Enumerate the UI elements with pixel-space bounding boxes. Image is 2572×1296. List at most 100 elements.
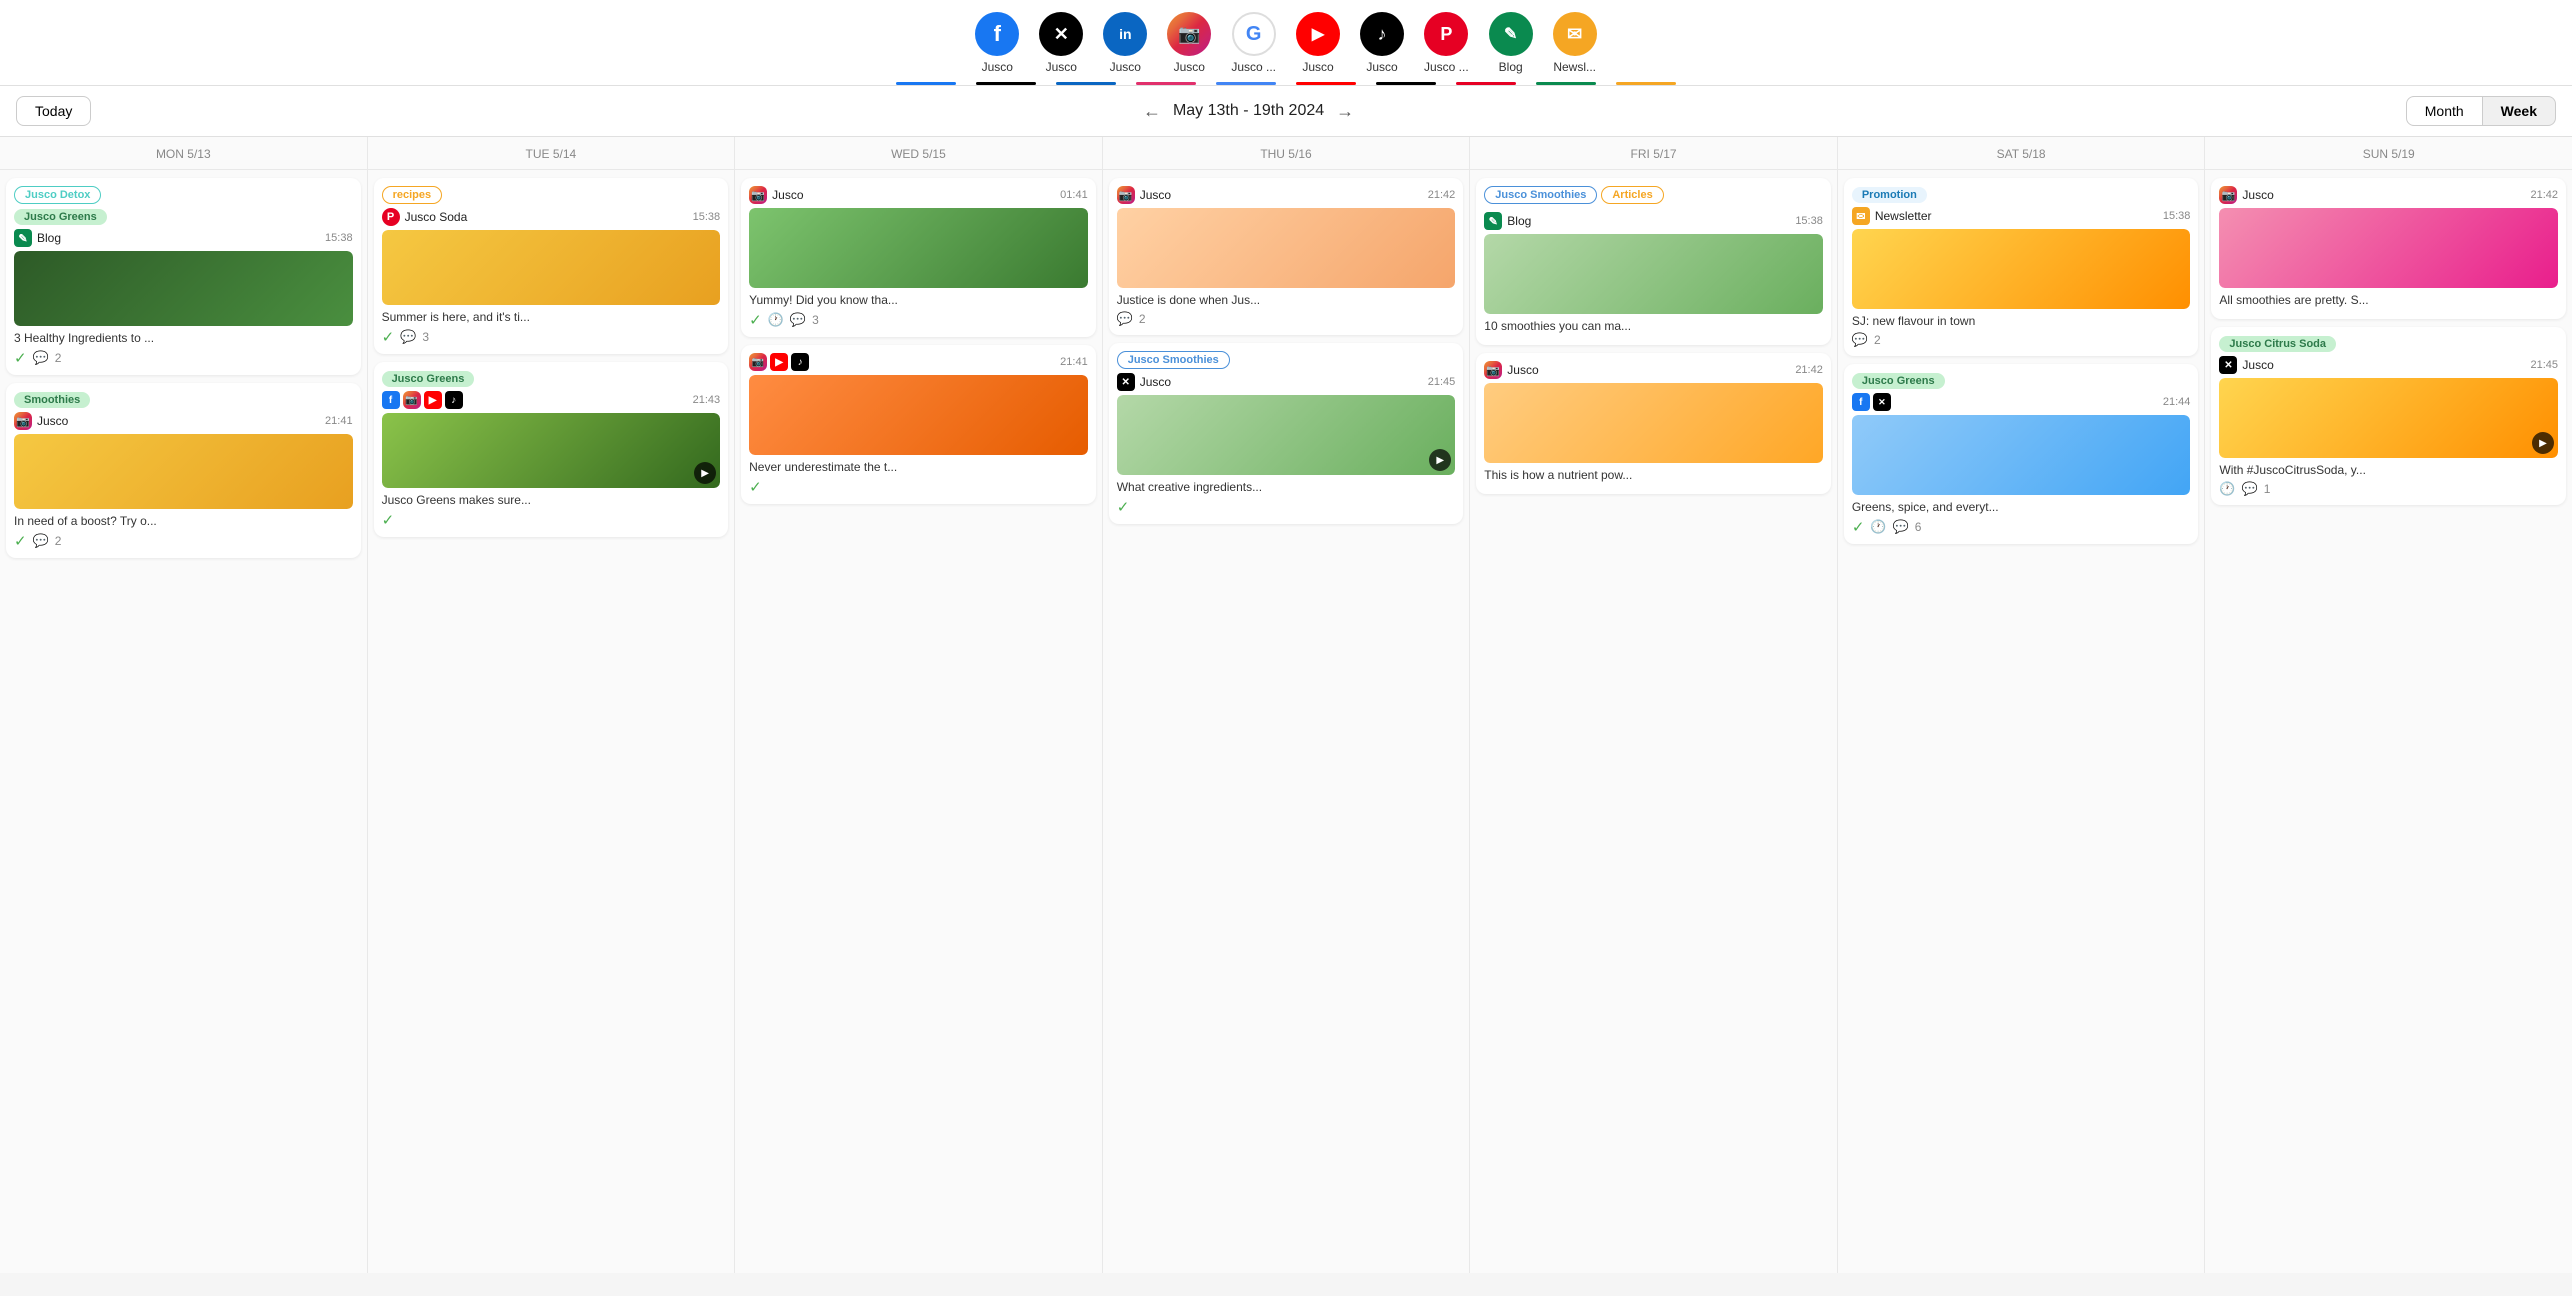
badge-jusco-citrus-soda: Jusco Citrus Soda xyxy=(2219,336,2336,352)
card-thu-1[interactable]: 📷 Jusco 21:42 Justice is done when Jus..… xyxy=(1109,178,1464,335)
card-text-sat-2: Greens, spice, and everyt... xyxy=(1852,500,2191,514)
day-content-thu: 📷 Jusco 21:42 Justice is done when Jus..… xyxy=(1103,170,1470,532)
nav-item-facebook[interactable]: f Jusco xyxy=(975,12,1019,74)
card-header-fri-2: 📷 Jusco 21:42 xyxy=(1484,361,1823,379)
card-image-thu-1 xyxy=(1117,208,1456,288)
badge-promotion-sat: Promotion xyxy=(1852,187,1927,203)
card-tue-2[interactable]: Jusco Greens f 📷 ▶ ♪ 21:43 ▶ xyxy=(374,362,729,537)
nav-item-pinterest[interactable]: P Jusco ... xyxy=(1424,12,1469,74)
calendar-grid: MON 5/13 Jusco Detox Jusco Greens ✎ Blog… xyxy=(0,137,2572,1273)
card-fri-1[interactable]: Jusco Smoothies Articles ✎ Blog 15:38 10… xyxy=(1476,178,1831,345)
day-header-mon: MON 5/13 xyxy=(0,137,367,170)
comment-count-tue-1: 3 xyxy=(422,330,429,344)
comment-count-sat-2: 6 xyxy=(1915,520,1922,534)
nav-item-youtube[interactable]: ▶ Jusco xyxy=(1296,12,1340,74)
time-sun-2: 21:45 xyxy=(2530,359,2558,371)
card-image-fri-1 xyxy=(1484,234,1823,314)
card-sat-1[interactable]: Promotion ✉ Newsletter 15:38 SJ: new fla… xyxy=(1844,178,2199,356)
card-mon-1[interactable]: Jusco Detox Jusco Greens ✎ Blog 15:38 3 … xyxy=(6,178,361,375)
nav-item-blog[interactable]: ✎ Blog xyxy=(1489,12,1533,74)
nl-platform-icon-sat: ✉ xyxy=(1852,207,1870,225)
instagram-platform-icon-mon: 📷 xyxy=(14,412,32,430)
card-sat-2[interactable]: Jusco Greens f ✕ 21:44 Greens, spice, an… xyxy=(1844,364,2199,544)
nav-label-newsletter: Newsl... xyxy=(1553,60,1596,74)
instagram-icon: 📷 xyxy=(1167,12,1211,56)
day-header-thu: THU 5/16 xyxy=(1103,137,1470,170)
card-text-wed-2: Never underestimate the t... xyxy=(749,460,1088,474)
image-blue-sat xyxy=(1852,415,2191,495)
underline-facebook xyxy=(896,82,956,85)
card-wed-1[interactable]: 📷 Jusco 01:41 Yummy! Did you know tha...… xyxy=(741,178,1096,337)
next-arrow[interactable]: → xyxy=(1336,101,1354,122)
badge-jusco-detox: Jusco Detox xyxy=(14,186,101,204)
ig-platform-icon-thu: 📷 xyxy=(1117,186,1135,204)
blog-platform-icon: ✎ xyxy=(14,229,32,247)
time-mon-2: 21:41 xyxy=(325,415,353,427)
card-image-wed-1 xyxy=(749,208,1088,288)
platform-label-sun-2: Jusco xyxy=(2242,358,2273,372)
month-view-button[interactable]: Month xyxy=(2406,96,2483,126)
today-button[interactable]: Today xyxy=(16,96,91,126)
card-sun-1[interactable]: 📷 Jusco 21:42 All smoothies are pretty. … xyxy=(2211,178,2566,319)
card-header-fri-1: ✎ Blog 15:38 xyxy=(1484,212,1823,230)
platform-ig-sun: 📷 Jusco xyxy=(2219,186,2273,204)
x-platform-icon-thu: ✕ xyxy=(1117,373,1135,391)
underline-blog xyxy=(1536,82,1596,85)
nav-label-linkedin: Jusco xyxy=(1110,60,1141,74)
ig-platform-icon-wed: 📷 xyxy=(749,186,767,204)
linkedin-icon: in xyxy=(1103,12,1147,56)
card-image-wed-2 xyxy=(749,375,1088,455)
ig-icon-wed2: 📷 xyxy=(749,353,767,371)
day-header-sat: SAT 5/18 xyxy=(1838,137,2205,170)
blog-icon: ✎ xyxy=(1489,12,1533,56)
nav-item-twitter[interactable]: ✕ Jusco xyxy=(1039,12,1083,74)
card-image-sun-1 xyxy=(2219,208,2558,288)
time-tue-2: 21:43 xyxy=(693,394,721,406)
card-wed-2[interactable]: 📷 ▶ ♪ 21:41 Never underestimate the t...… xyxy=(741,345,1096,504)
card-header-sat-1: ✉ Newsletter 15:38 xyxy=(1852,207,2191,225)
card-footer-mon-2: ✓ 💬 2 xyxy=(14,532,353,550)
card-text-sun-1: All smoothies are pretty. S... xyxy=(2219,293,2558,307)
platform-ig-mon: 📷 Jusco xyxy=(14,412,68,430)
nav-item-instagram[interactable]: 📷 Jusco xyxy=(1167,12,1211,74)
card-sun-2[interactable]: Jusco Citrus Soda ✕ Jusco 21:45 ▶ With #… xyxy=(2211,327,2566,505)
nav-label-tiktok: Jusco xyxy=(1366,60,1397,74)
card-text-tue-1: Summer is here, and it's ti... xyxy=(382,310,721,324)
time-sun-1: 21:42 xyxy=(2530,189,2558,201)
comment-icon-sat-2: 💬 xyxy=(1893,519,1909,535)
comment-icon-sun-2: 💬 xyxy=(2242,481,2258,497)
week-view-button[interactable]: Week xyxy=(2483,96,2556,126)
comment-count-mon-2: 2 xyxy=(55,534,62,548)
prev-arrow[interactable]: ← xyxy=(1143,101,1161,122)
platform-label-mon-2: Jusco xyxy=(37,414,68,428)
date-range: May 13th - 19th 2024 xyxy=(1173,102,1324,120)
card-mon-2[interactable]: Smoothies 📷 Jusco 21:41 In need of a boo… xyxy=(6,383,361,558)
card-text-thu-1: Justice is done when Jus... xyxy=(1117,293,1456,307)
time-wed-1: 01:41 xyxy=(1060,189,1088,201)
facebook-icon: f xyxy=(975,12,1019,56)
nav-item-linkedin[interactable]: in Jusco xyxy=(1103,12,1147,74)
day-content-wed: 📷 Jusco 01:41 Yummy! Did you know tha...… xyxy=(735,170,1102,512)
card-text-fri-1: 10 smoothies you can ma... xyxy=(1484,319,1823,333)
view-toggle: Month Week xyxy=(2406,96,2556,126)
calendar-header: Today ← May 13th - 19th 2024 → Month Wee… xyxy=(0,86,2572,137)
nav-item-newsletter[interactable]: ✉ Newsl... xyxy=(1553,12,1597,74)
badge-jusco-greens-mon: Jusco Greens xyxy=(14,209,107,225)
platform-label-thu-2: Jusco xyxy=(1140,375,1171,389)
card-tue-1[interactable]: recipes P Jusco Soda 15:38 Summer is her… xyxy=(374,178,729,354)
platform-x-sun: ✕ Jusco xyxy=(2219,356,2273,374)
card-footer-mon-1: ✓ 💬 2 xyxy=(14,349,353,367)
platform-label-wed-1: Jusco xyxy=(772,188,803,202)
card-text-thu-2: What creative ingredients... xyxy=(1117,480,1456,494)
comment-count-sat-1: 2 xyxy=(1874,333,1881,347)
badge-jusco-smoothies-fri: Jusco Smoothies xyxy=(1484,186,1597,204)
card-fri-2[interactable]: 📷 Jusco 21:42 This is how a nutrient pow… xyxy=(1476,353,1831,494)
platform-label-mon-1: Blog xyxy=(37,231,61,245)
comment-count-sun-2: 1 xyxy=(2264,482,2271,496)
card-header-sat-2: f ✕ 21:44 xyxy=(1852,393,2191,411)
nav-item-tiktok[interactable]: ♪ Jusco xyxy=(1360,12,1404,74)
card-thu-2[interactable]: Jusco Smoothies ✕ Jusco 21:45 ▶ What cre… xyxy=(1109,343,1464,524)
image-smoothie-thu xyxy=(1117,395,1456,475)
card-footer-thu-2: ✓ xyxy=(1117,498,1456,516)
nav-item-google[interactable]: G Jusco ... xyxy=(1231,12,1276,74)
